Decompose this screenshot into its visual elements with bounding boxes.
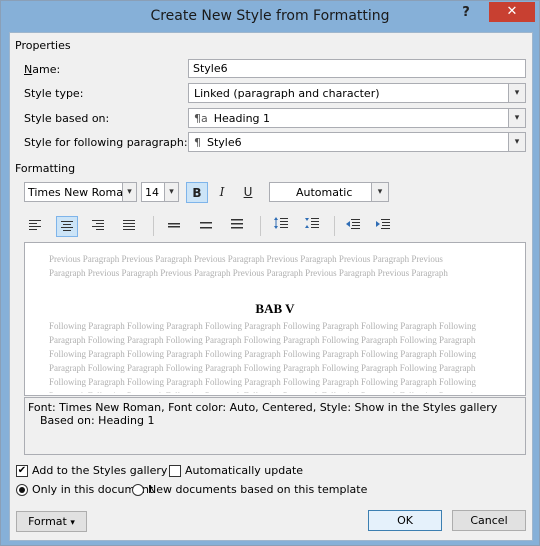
description-line-2: Based on: Heading 1 [40,414,155,427]
double-spacing-button[interactable] [226,216,248,237]
italic-button[interactable]: I [211,182,233,203]
add-to-gallery-label: Add to the Styles gallery [32,464,168,477]
font-color-value: Automatic [296,186,353,199]
following-paragraph-value: Style6 [207,136,242,149]
following-paragraph-label: Style for following paragraph: [24,136,188,149]
previous-paragraph-text: Previous Paragraph Previous Paragraph Pr… [49,254,448,278]
font-dropdown[interactable]: Times New Roman ▾ [24,182,137,202]
single-spacing-icon [168,223,180,228]
based-on-value: Heading 1 [213,112,271,125]
align-center-button[interactable] [56,216,78,237]
name-label-rest: ame: [32,63,61,76]
decrease-indent-icon [346,219,360,229]
chevron-down-icon[interactable]: ▾ [122,183,136,201]
font-size-dropdown[interactable]: 14 ▾ [141,182,179,202]
following-paragraph-dropdown[interactable]: ¶ Style6 ▾ [188,132,526,152]
align-center-icon [61,221,73,231]
help-button[interactable]: ? [459,5,473,21]
double-spacing-icon [231,219,243,229]
auto-update-checkbox[interactable] [169,465,181,477]
format-button[interactable]: Format ▾ [16,511,87,532]
style-type-label: Style type: [24,87,84,100]
decrease-indent-button[interactable] [342,216,364,237]
decrease-spacing-icon [305,218,319,228]
linked-style-icon: ¶a [194,112,208,125]
only-this-document-radio[interactable] [16,484,28,496]
dialog-body: Properties Name: Style6 Style type: Link… [9,32,533,541]
name-label: Name: [24,63,61,76]
justify-button[interactable] [118,216,140,237]
increase-paragraph-spacing-button[interactable] [270,216,292,237]
increase-indent-button[interactable] [372,216,394,237]
underline-button[interactable]: U [237,182,259,203]
style-description: Font: Times New Roman, Font color: Auto,… [24,397,526,455]
auto-update-label: Automatically update [185,464,304,477]
radio-selected-dot [19,487,25,493]
formatting-section-label: Formatting [15,162,76,175]
increase-spacing-icon [274,217,288,229]
increase-indent-icon [376,219,390,229]
sample-text: BAB V [255,301,295,316]
style-preview-pane: Previous Paragraph Previous Paragraph Pr… [24,242,526,396]
based-on-label: Style based on: [24,112,110,125]
one-half-spacing-button[interactable] [195,216,217,237]
following-paragraph-text: Following Paragraph Following Paragraph … [49,321,476,393]
chevron-down-icon[interactable]: ▾ [508,133,525,151]
name-field[interactable]: Style6 [188,59,526,78]
cancel-button[interactable]: Cancel [452,510,526,531]
chevron-down-icon[interactable]: ▾ [508,84,525,102]
chevron-down-icon[interactable]: ▾ [371,183,388,201]
add-to-gallery-checkbox[interactable]: ✔ [16,465,28,477]
new-documents-label: New documents based on this template [148,483,368,496]
properties-section-label: Properties [15,39,71,52]
based-on-value-wrap: ¶a Heading 1 [194,112,270,125]
toolbar-separator [260,216,261,236]
ok-button[interactable]: OK [368,510,442,531]
close-button[interactable]: ✕ [489,2,535,22]
align-right-button[interactable] [87,216,109,237]
align-left-button[interactable] [24,216,46,237]
align-left-icon [29,220,41,230]
style-type-value: Linked (paragraph and character) [194,87,380,100]
single-spacing-button[interactable] [163,216,185,237]
align-right-icon [92,220,104,230]
following-value-wrap: ¶ Style6 [194,136,242,149]
chevron-down-icon[interactable]: ▾ [164,183,178,201]
format-button-label: Format [28,515,67,528]
font-color-dropdown[interactable]: Automatic ▾ [269,182,389,202]
toolbar-separator [334,216,335,236]
justify-icon [123,220,135,230]
title-bar[interactable]: Create New Style from Formatting ? ✕ [1,1,539,32]
toolbar-separator [153,216,154,236]
based-on-dropdown[interactable]: ¶a Heading 1 ▾ [188,108,526,128]
description-line-1: Font: Times New Roman, Font color: Auto,… [28,401,498,414]
font-size-value: 14 [145,186,159,199]
chevron-down-icon: ▾ [70,518,75,528]
one-half-spacing-icon [200,222,212,229]
new-documents-radio[interactable] [132,484,144,496]
paragraph-style-icon: ¶ [194,136,201,149]
font-value: Times New Roman [28,186,130,199]
chevron-down-icon[interactable]: ▾ [508,109,525,127]
dialog-window: Create New Style from Formatting ? ✕ Pro… [0,0,540,546]
decrease-paragraph-spacing-button[interactable] [301,216,323,237]
style-type-dropdown[interactable]: Linked (paragraph and character) ▾ [188,83,526,103]
bold-button[interactable]: B [186,182,208,203]
